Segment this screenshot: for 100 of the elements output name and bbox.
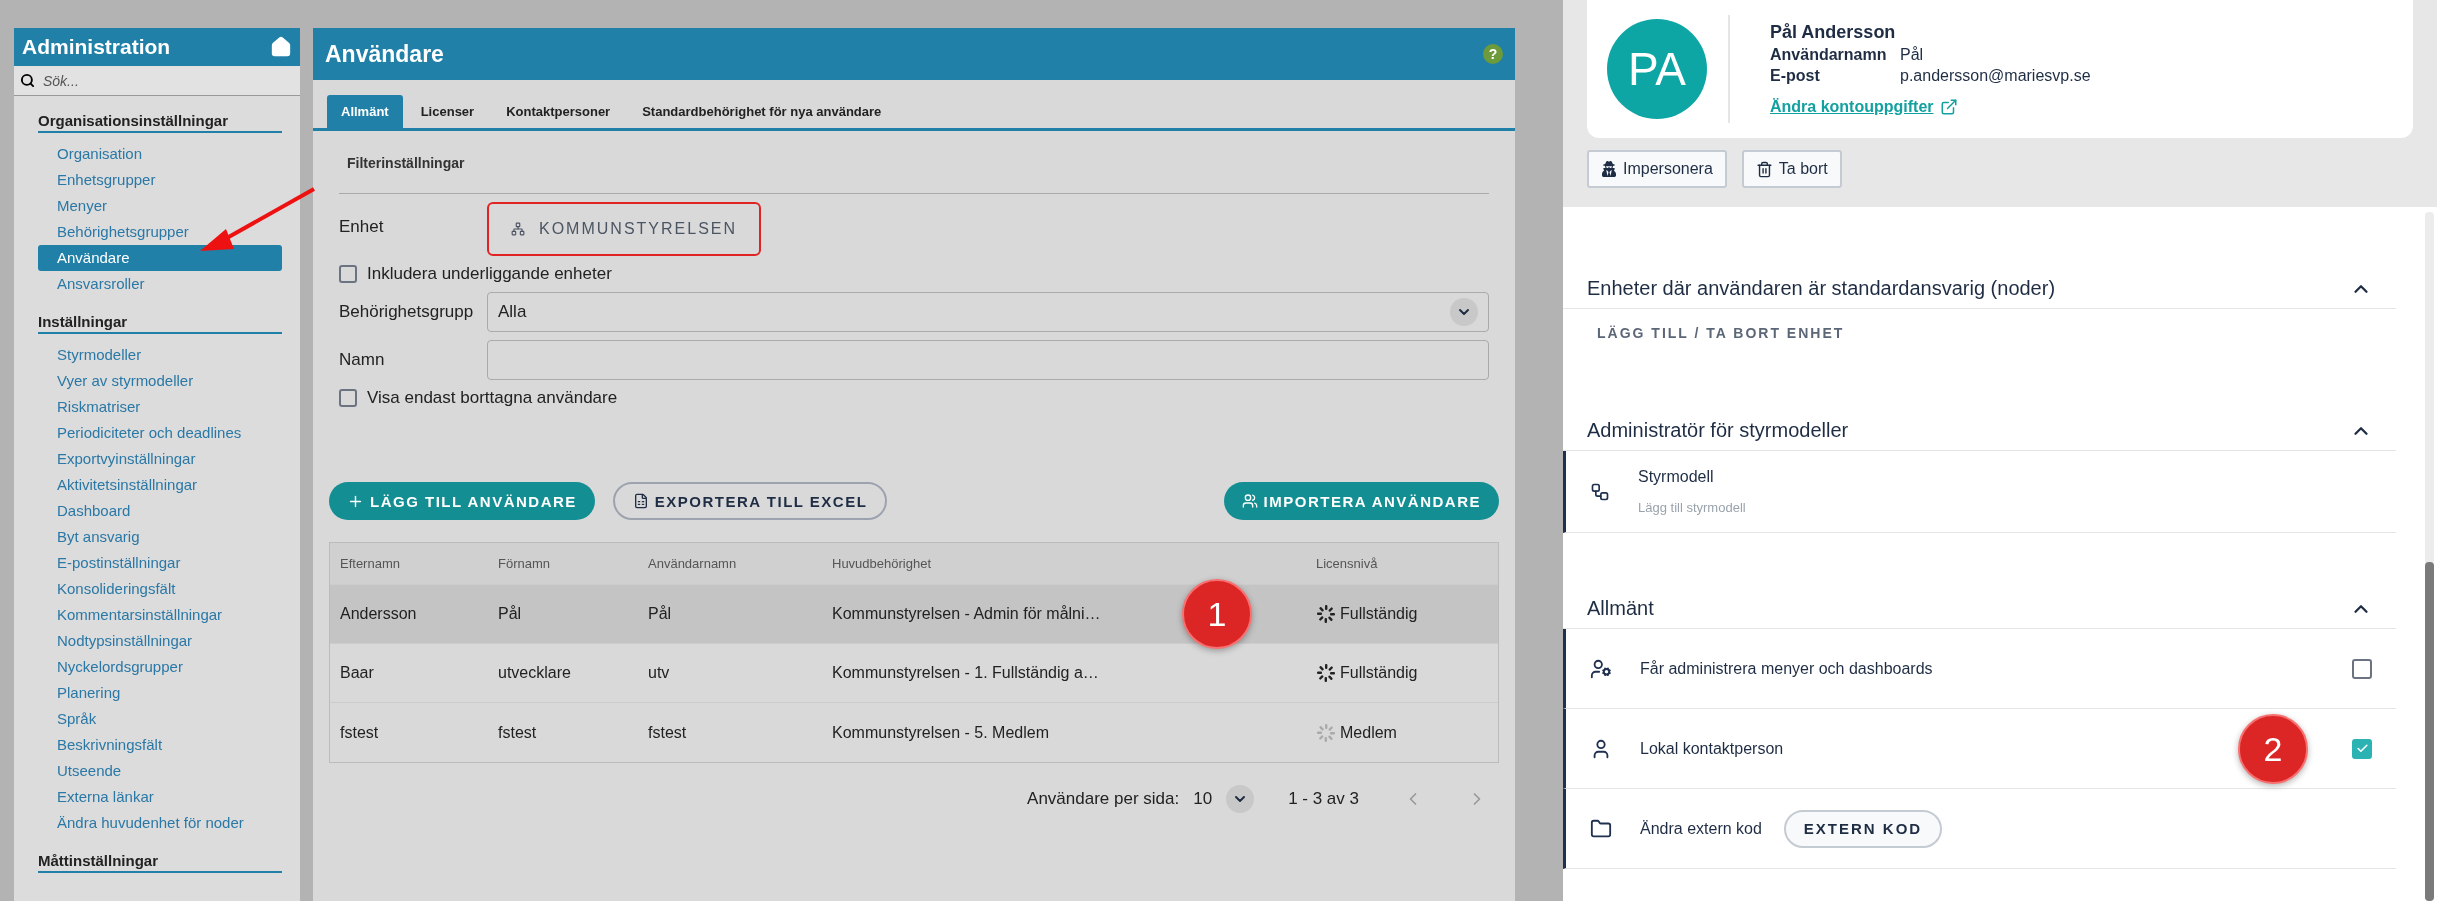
sidebar-item[interactable]: Periodiciteter och deadlines: [38, 420, 282, 446]
user-gear-icon: [1590, 657, 1612, 680]
help-icon[interactable]: ?: [1483, 44, 1503, 64]
callout-badge: 2: [2238, 714, 2308, 784]
sidebar-item[interactable]: Beskrivningsfält: [38, 732, 282, 758]
sidebar-title: Administration: [22, 35, 171, 59]
sidebar-item[interactable]: Användare: [38, 245, 282, 271]
add-button[interactable]: LÄGG TILL ANVÄNDARE: [329, 482, 595, 520]
field-label: Behörighetsgrupp: [339, 302, 475, 322]
table-row[interactable]: Baar utvecklare utv Kommunstyrelsen - 1. Fullständig a… Fullständig: [330, 644, 1498, 703]
section-header[interactable]: Allmänt: [1563, 597, 2396, 629]
file-icon: [632, 493, 649, 509]
scrollbar[interactable]: [2425, 212, 2434, 901]
checkbox[interactable]: [339, 389, 357, 407]
list-row[interactable]: Styrmodell Lägg till styrmodell: [1563, 451, 2396, 533]
field-value: Pål: [1900, 46, 1925, 64]
sidebar-item[interactable]: Enhetsgrupper: [38, 167, 282, 193]
checkbox-label[interactable]: Visa endast borttagna användare: [339, 388, 1489, 408]
sidebar-item[interactable]: Ändra huvudenhet för noder: [38, 810, 282, 836]
page-size-value[interactable]: 10: [1193, 789, 1213, 809]
license-cell: Medlem: [1316, 722, 1498, 743]
sidebar-item[interactable]: Utseende: [38, 758, 282, 784]
column-header: Användarnamn: [648, 556, 738, 571]
column-header: Förnamn: [498, 556, 552, 571]
table-cell: utvecklare: [498, 664, 571, 682]
delete-button[interactable]: Ta bort: [1741, 150, 1842, 188]
table-cell: fstest: [340, 723, 379, 742]
export-button[interactable]: EXPORTERA TILL EXCEL: [612, 482, 888, 520]
checkbox[interactable]: [2352, 658, 2372, 679]
table-cell: Andersson: [340, 605, 417, 623]
table-cell: fstest: [648, 723, 687, 742]
users-icon: [1241, 493, 1258, 509]
field-label: E-post: [1770, 67, 1821, 85]
section-title: Måttinställningar: [38, 852, 282, 873]
loader-icon: [1316, 663, 1336, 683]
tab[interactable]: Allmänt: [327, 95, 403, 128]
section-title: Organisationsinställningar: [38, 112, 282, 133]
table-cell: fstest: [498, 723, 537, 742]
import-button[interactable]: IMPORTERA ANVÄNDARE: [1223, 482, 1499, 520]
folder-icon: [1590, 817, 1612, 840]
table-row[interactable]: fstest fstest fstest Kommunstyrelsen - 5. Medlem Medlem: [330, 703, 1498, 762]
section-header[interactable]: Administratör för styrmodeller: [1563, 419, 2396, 451]
checkbox-label[interactable]: Inkludera underliggande enheter: [339, 264, 1489, 284]
row-hint: Lägg till styrmodell: [1638, 500, 1746, 515]
row-label: Lokal kontaktperson: [1640, 739, 1784, 758]
sidebar-item[interactable]: Ansvarsroller: [38, 271, 282, 297]
add-remove-unit-link[interactable]: LÄGG TILL / TA BORT ENHET: [1597, 325, 1845, 341]
column-header: Efternamn: [340, 556, 401, 571]
sitemap-icon: [511, 222, 525, 236]
search-field[interactable]: Sök...: [14, 66, 300, 96]
group-select[interactable]: Alla: [487, 292, 1489, 332]
sidebar-item[interactable]: E-postinställningar: [38, 550, 282, 576]
section-title: Inställningar: [38, 313, 282, 334]
search-icon: [20, 73, 35, 88]
sidebar-item[interactable]: Menyer: [38, 193, 282, 219]
tab[interactable]: Licenser: [406, 95, 489, 128]
loader-icon: [1316, 604, 1336, 624]
avatar: PA: [1607, 19, 1707, 119]
chevron-down-icon[interactable]: [1226, 785, 1255, 813]
field-value: p.andersson@mariesvp.se: [1900, 67, 2091, 85]
edit-account-link[interactable]: Ändra kontouppgifter: [1770, 98, 1958, 116]
tab[interactable]: Standardbehörighet för nya användare: [628, 95, 896, 128]
impersonate-button[interactable]: Impersonera: [1587, 150, 1727, 188]
sidebar-item[interactable]: Kommentarsinställningar: [38, 602, 282, 628]
license-cell: Fullständig: [1316, 663, 1498, 683]
license-cell: Fullständig: [1316, 604, 1498, 624]
column-header: Licensnivå: [1316, 556, 1379, 571]
sidebar-item[interactable]: Dashboard: [38, 498, 282, 524]
sidebar-item[interactable]: Styrmodeller: [38, 342, 282, 368]
loader-icon: [1316, 722, 1336, 743]
pager-label: Användare per sida:: [1027, 789, 1180, 809]
search-input[interactable]: Sök...: [41, 71, 294, 90]
home-icon[interactable]: [270, 36, 292, 58]
extern-code-button[interactable]: EXTERN KOD: [1783, 809, 1943, 848]
tab[interactable]: Kontaktpersoner: [492, 95, 625, 128]
section-header[interactable]: Enheter där användaren är standardansvarig (noder): [1563, 277, 2396, 309]
field-label: Enhet: [339, 217, 385, 237]
sidebar-item[interactable]: Aktivitetsinställningar: [38, 472, 282, 498]
diagram-icon: [1590, 481, 1610, 502]
row-label: Ändra extern kod: [1640, 819, 1762, 838]
sidebar-item[interactable]: Planering: [38, 680, 282, 706]
sidebar-item[interactable]: Byt ansvarig: [38, 524, 282, 550]
sidebar-item[interactable]: Riskmatriser: [38, 394, 282, 420]
checkbox[interactable]: [339, 265, 357, 283]
sidebar-item[interactable]: Organisation: [38, 141, 282, 167]
table-cell: Pål: [648, 605, 672, 623]
field-label: Användarnamn: [1770, 46, 1888, 64]
sidebar-item[interactable]: Nyckelordsgrupper: [38, 654, 282, 680]
field-label: Namn: [339, 350, 386, 370]
sidebar-item[interactable]: Språk: [38, 706, 282, 732]
sidebar-item[interactable]: Exportvyinställningar: [38, 446, 282, 472]
table-cell: Kommunstyrelsen - 5. Medlem: [832, 723, 1049, 742]
sidebar-item[interactable]: Nodtypsinställningar: [38, 628, 282, 654]
checkbox[interactable]: [2352, 738, 2372, 759]
unit-button[interactable]: KOMMUNSTYRELSEN: [487, 202, 762, 256]
sidebar-item[interactable]: Vyer av styrmodeller: [38, 368, 282, 394]
name-input[interactable]: [487, 340, 1489, 380]
sidebar-item[interactable]: Konsolideringsfält: [38, 576, 282, 602]
sidebar-item[interactable]: Externa länkar: [38, 784, 282, 810]
sidebar-item[interactable]: Behörighetsgrupper: [38, 219, 282, 245]
